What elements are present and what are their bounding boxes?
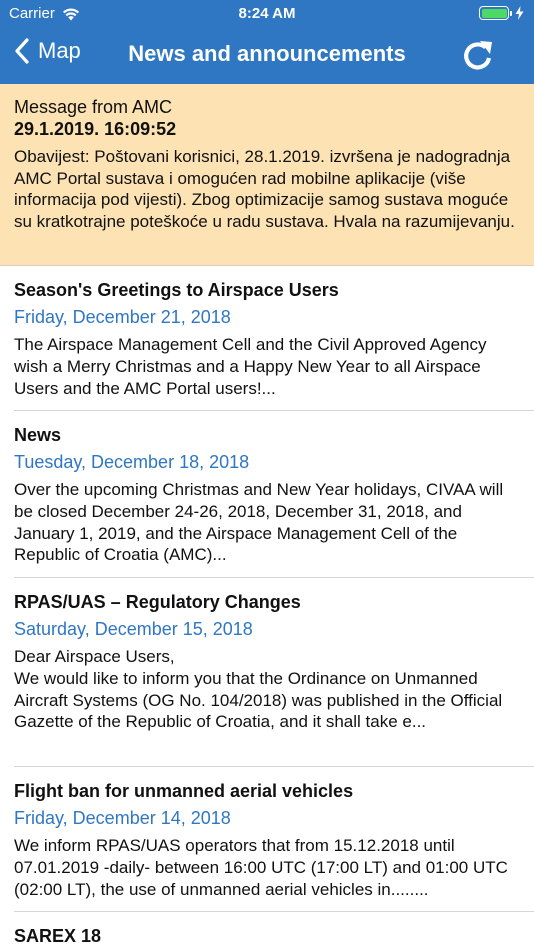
header: Carrier 8:24 AM Map News and announcemen…: [0, 0, 534, 84]
news-date: Friday, December 14, 2018: [14, 808, 231, 828]
news-title: News: [14, 425, 62, 445]
amc-message[interactable]: Message from AMC 29.1.2019. 16:09:52 Oba…: [0, 84, 534, 266]
nav-bar: Map News and announcements: [0, 28, 534, 84]
charging-bolt-icon: [515, 6, 524, 20]
news-item[interactable]: Season's Greetings to Airspace Users Fri…: [0, 266, 534, 410]
news-item[interactable]: Flight ban for unmanned aerial vehicles …: [0, 767, 534, 911]
news-date: Friday, December 21, 2018: [14, 307, 231, 327]
news-item[interactable]: SAREX 18: [0, 912, 534, 948]
status-bar: Carrier 8:24 AM: [0, 0, 534, 28]
message-date: 29.1.2019. 16:09:52: [14, 119, 177, 139]
news-title: Season's Greetings to Airspace Users: [14, 280, 339, 300]
news-body: Over the upcoming Christmas and New Year…: [14, 480, 504, 565]
news-title: SAREX 18: [14, 926, 102, 946]
news-body: We inform RPAS/UAS operators that from 1…: [14, 836, 508, 899]
battery-fill: [481, 8, 507, 18]
news-title: RPAS/UAS – Regulatory Changes: [14, 592, 301, 612]
news-date: Saturday, December 15, 2018: [14, 619, 253, 639]
news-item[interactable]: News Tuesday, December 18, 2018 Over the…: [0, 411, 534, 577]
news-title: Flight ban for unmanned aerial vehicles: [14, 781, 354, 801]
news-body-greeting: Dear Airspace Users,: [14, 647, 175, 666]
news-body: The Airspace Management Cell and the Civ…: [14, 335, 487, 398]
message-title: Message from AMC: [14, 97, 173, 117]
battery-body: [479, 6, 509, 20]
message-body: Obavijest: Poštovani korisnici, 28.1.201…: [14, 147, 515, 231]
news-date: Tuesday, December 18, 2018: [14, 452, 250, 472]
page-title: News and announcements: [128, 41, 406, 66]
news-body: We would like to inform you that the Ord…: [14, 668, 503, 732]
battery-tip: [510, 10, 512, 16]
status-time: 8:24 AM: [238, 5, 296, 22]
refresh-icon[interactable]: [458, 36, 498, 76]
news-item[interactable]: RPAS/UAS – Regulatory Changes Saturday, …: [0, 578, 534, 766]
news-list: Season's Greetings to Airspace Users Fri…: [0, 266, 534, 948]
battery-icon: [479, 6, 524, 20]
